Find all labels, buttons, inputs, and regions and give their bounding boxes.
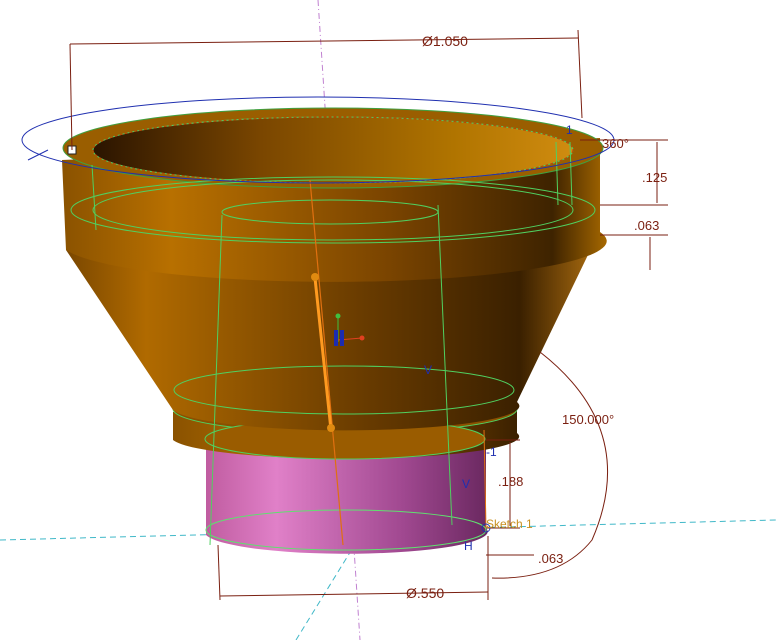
cad-3d-viewport[interactable]: Ø1.050 360° .125 .063 150.000° .188 .063… xyxy=(0,0,776,640)
constraint-equal-1[interactable]: -1 xyxy=(486,445,497,459)
dim-cone-angle[interactable]: 150.000° xyxy=(562,412,614,427)
dim-shaft-height[interactable]: .188 xyxy=(498,474,523,489)
dim-rim-height[interactable]: .125 xyxy=(642,170,667,185)
dim-rim-step[interactable]: .063 xyxy=(634,218,659,233)
dim-top-diameter[interactable]: Ø1.050 xyxy=(422,33,468,49)
sketch-label[interactable]: Sketch 1 xyxy=(486,517,533,531)
rim-body[interactable] xyxy=(62,107,607,282)
constraint-vertical-1[interactable]: V xyxy=(424,363,432,377)
constraint-equal-2[interactable]: 1 xyxy=(566,123,573,137)
dim-bottom-diameter[interactable]: Ø.550 xyxy=(406,585,444,601)
dim-shaft-offset[interactable]: .063 xyxy=(538,551,563,566)
dim-revolve-angle[interactable]: 360° xyxy=(602,136,629,151)
constraint-horizontal[interactable]: H xyxy=(464,539,473,553)
constraint-vertical-2[interactable]: V xyxy=(462,477,470,491)
